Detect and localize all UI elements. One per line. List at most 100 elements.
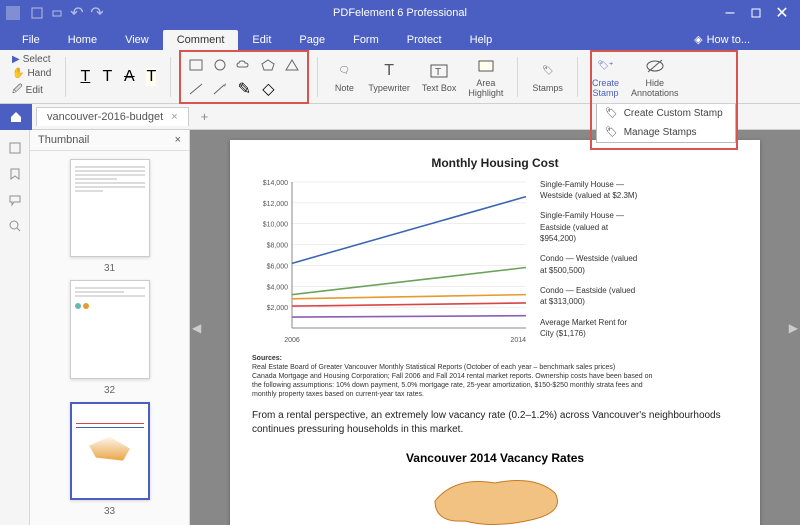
thumb-label: 32 (104, 385, 115, 396)
location-icon: ◈ (694, 33, 702, 46)
edit-tool[interactable]: 🖉Edit (10, 81, 53, 100)
create-stamp-button[interactable]: 🏷⁺Create Stamp (586, 54, 625, 100)
text-underline-tool[interactable]: T (74, 66, 96, 88)
thumbnails-rail-icon[interactable] (7, 140, 23, 156)
svg-text:$10,000: $10,000 (263, 222, 288, 229)
thumbnail-close-icon[interactable]: × (175, 134, 181, 146)
qat-print-icon[interactable] (50, 6, 64, 20)
vacancy-map (395, 471, 595, 525)
minimize-button[interactable]: – (718, 3, 742, 23)
line-shape[interactable] (185, 78, 207, 100)
add-tab-button[interactable]: + (195, 109, 215, 124)
chart-legend: Single-Family House — Westside (valued a… (540, 176, 640, 346)
left-rail (0, 130, 30, 525)
thumb-label: 31 (104, 263, 115, 274)
manage-stamps-item[interactable]: 🏷Manage Stamps (597, 123, 735, 142)
menu-file[interactable]: File (8, 30, 54, 50)
menu-view[interactable]: View (111, 30, 163, 50)
close-button[interactable]: ✕ (770, 3, 794, 23)
pdf-page: Monthly Housing Cost $2,000$4,000$6,000$… (230, 140, 760, 525)
svg-text:2014: 2014 (510, 337, 526, 344)
menu-help[interactable]: Help (456, 30, 507, 50)
note-icon: 🗨 (332, 61, 356, 81)
menu-form[interactable]: Form (339, 30, 393, 50)
stamps-button[interactable]: 🏷Stamps (526, 59, 569, 95)
maximize-button[interactable] (744, 3, 768, 23)
menu-protect[interactable]: Protect (393, 30, 456, 50)
document-tab[interactable]: vancouver-2016-budget × (36, 107, 189, 126)
stamp-small-icon: 🏷 (605, 127, 618, 138)
typewriter-button[interactable]: TTypewriter (362, 59, 416, 95)
document-view[interactable]: ◀ ▶ Monthly Housing Cost $2,000 $4,000 $6,… (190, 130, 800, 525)
search-rail-icon[interactable] (7, 218, 23, 234)
stamp-small-icon: 🏷 (605, 108, 618, 119)
svg-text:$6,000: $6,000 (267, 263, 289, 270)
thumb-label: 33 (104, 506, 115, 517)
svg-text:$14,000: $14,000 (263, 180, 288, 187)
cloud-shape[interactable] (233, 54, 255, 76)
housing-cost-chart: $2,000 $4,000 $6,000 $8,000 $10,000 $12,000 $1… (252, 176, 532, 346)
stamp-icon: 🏷 (536, 61, 560, 81)
sources-block: Sources: Real Estate Board of Greater Va… (252, 354, 738, 399)
section-subtitle: Vancouver 2014 Vacancy Rates (252, 451, 738, 465)
arrow-shape[interactable] (209, 78, 231, 100)
svg-text:2006: 2006 (284, 337, 300, 344)
pencil-tool[interactable]: ✎ (233, 78, 255, 100)
area-highlight-button[interactable]: Area Highlight (462, 54, 509, 100)
page-thumb-32[interactable] (70, 280, 150, 378)
prev-page-arrow[interactable]: ◀ (192, 321, 201, 335)
circle-shape[interactable] (209, 54, 231, 76)
typewriter-icon: T (377, 61, 401, 81)
eraser-tool[interactable]: ◇ (257, 78, 279, 100)
thumbnail-panel: Thumbnail × 31 32 33 (30, 130, 190, 525)
shapes-group: ✎ ◇ (179, 50, 309, 104)
app-logo (6, 6, 20, 20)
thumbnail-title: Thumbnail (38, 134, 89, 146)
svg-text:$2,000: $2,000 (267, 305, 289, 312)
howto-link[interactable]: ◈How to... (684, 29, 760, 50)
text-strikethrough-tool[interactable]: A (118, 66, 140, 88)
text-highlight-tool[interactable]: T (140, 66, 162, 88)
select-tool[interactable]: ▶Select (10, 53, 53, 66)
menu-comment[interactable]: Comment (163, 30, 239, 50)
body-text: From a rental perspective, an extremely … (252, 409, 738, 437)
bookmarks-rail-icon[interactable] (7, 166, 23, 182)
tab-label: vancouver-2016-budget (47, 111, 163, 123)
menu-edit[interactable]: Edit (238, 30, 285, 50)
app-title: PDFelement 6 Professional (333, 7, 467, 19)
page-thumb-33[interactable] (70, 402, 150, 500)
page-thumb-31[interactable] (70, 159, 150, 257)
note-button[interactable]: 🗨Note (326, 59, 362, 95)
create-stamp-icon: 🏷⁺ (593, 56, 617, 76)
create-stamp-dropdown: 🏷Create Custom Stamp 🏷Manage Stamps (596, 104, 736, 143)
tab-close-icon[interactable]: × (171, 111, 177, 123)
menu-home[interactable]: Home (54, 30, 111, 50)
textbox-icon: T (427, 61, 451, 81)
pentagon-shape[interactable] (257, 54, 279, 76)
next-page-arrow[interactable]: ▶ (789, 321, 798, 335)
legend-item: Condo — Eastside (valued at $313,000) (540, 285, 640, 307)
qat-undo-icon[interactable]: ↶ (70, 6, 84, 20)
area-highlight-icon (474, 56, 498, 76)
legend-item: Single-Family House — Eastside (valued a… (540, 210, 640, 244)
menu-page[interactable]: Page (285, 30, 339, 50)
create-custom-stamp-item[interactable]: 🏷Create Custom Stamp (597, 104, 735, 123)
text-squiggle-tool[interactable]: T (96, 66, 118, 88)
qat-redo-icon[interactable]: ↷ (90, 6, 104, 20)
hide-annotations-button[interactable]: Hide Annotations (625, 54, 685, 100)
comments-rail-icon[interactable] (7, 192, 23, 208)
rectangle-shape[interactable] (185, 54, 207, 76)
svg-text:$8,000: $8,000 (267, 243, 289, 250)
svg-text:$4,000: $4,000 (267, 284, 289, 291)
triangle-shape[interactable] (281, 54, 303, 76)
hand-tool[interactable]: ✋Hand (10, 67, 53, 80)
svg-text:$12,000: $12,000 (263, 201, 288, 208)
hide-icon (643, 56, 667, 76)
chart-title: Monthly Housing Cost (252, 156, 738, 170)
qat-save-icon[interactable] (30, 6, 44, 20)
legend-item: Single-Family House — Westside (valued a… (540, 179, 640, 201)
home-tab-button[interactable] (0, 104, 32, 130)
legend-item: Condo — Westside (valued at $500,500) (540, 253, 640, 275)
textbox-button[interactable]: TText Box (416, 59, 463, 95)
menu-bar: File Home View Comment Edit Page Form Pr… (0, 26, 800, 50)
